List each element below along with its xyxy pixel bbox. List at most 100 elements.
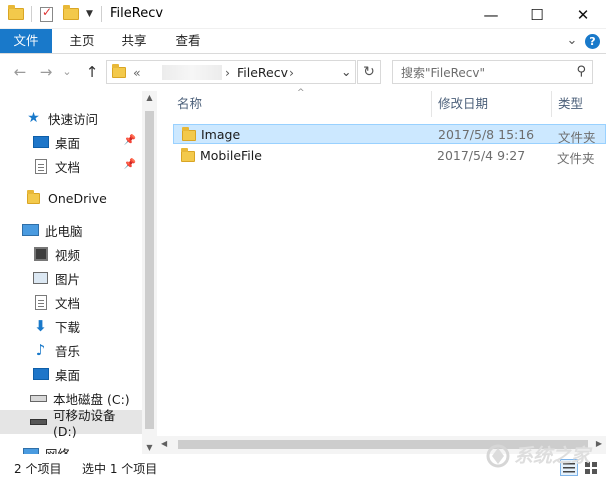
sidebar-item-label: 图片: [55, 271, 81, 287]
sidebar-item-label: 文档: [55, 295, 81, 311]
selection-count: 选中 1 个项目: [82, 462, 158, 476]
desktop-icon: [32, 367, 49, 382]
back-button[interactable]: ←: [10, 62, 30, 82]
maximize-button[interactable]: ☐: [514, 0, 560, 29]
navigation-pane-scrollbar[interactable]: ▲ ▼: [142, 91, 157, 454]
column-header-name[interactable]: 名称: [177, 91, 202, 117]
sidebar-item-pictures[interactable]: 图片: [0, 266, 142, 290]
watermark-logo: 系统之家: [486, 444, 593, 468]
sidebar-item-label: 文档: [55, 159, 81, 175]
sidebar-item-music[interactable]: ♪ 音乐: [0, 338, 142, 362]
expand-ribbon-icon[interactable]: ⌄: [564, 29, 580, 53]
removable-drive-icon: [30, 415, 47, 430]
column-divider[interactable]: [551, 91, 552, 117]
file-modified: 2017/5/4 9:27: [437, 148, 526, 163]
file-name: MobileFile: [200, 148, 262, 163]
sidebar-item-label: 快速访问: [48, 111, 99, 127]
sidebar-item-desktop-pinned[interactable]: 桌面 📌: [0, 130, 142, 154]
sidebar-item-label: 视频: [55, 247, 81, 263]
minimize-button[interactable]: —: [468, 0, 514, 29]
scroll-down-icon[interactable]: ▼: [142, 443, 157, 452]
folder-icon: [112, 64, 126, 78]
svg-text:系统之家: 系统之家: [514, 445, 593, 467]
column-header-modified[interactable]: 修改日期: [438, 91, 488, 117]
tab-view[interactable]: 查看: [168, 29, 208, 53]
tab-share[interactable]: 共享: [114, 29, 154, 53]
search-input[interactable]: [401, 65, 566, 80]
breadcrumb-separator[interactable]: ›: [289, 65, 294, 80]
breadcrumb-separator[interactable]: ›: [225, 65, 230, 80]
column-divider[interactable]: [431, 91, 432, 117]
folder-icon: [181, 148, 195, 162]
scroll-left-icon[interactable]: ◀: [161, 439, 167, 448]
properties-icon[interactable]: [40, 5, 53, 23]
breadcrumb-current[interactable]: FileRecv: [237, 65, 288, 80]
sidebar-item-label: 音乐: [55, 343, 81, 359]
table-row[interactable]: Image 2017/5/8 15:16 文件夹: [173, 124, 606, 145]
sidebar-item-onedrive[interactable]: OneDrive: [0, 186, 142, 210]
breadcrumb-overflow[interactable]: «: [133, 65, 141, 80]
help-icon[interactable]: ?: [585, 34, 600, 49]
tab-home[interactable]: 主页: [62, 29, 102, 53]
file-modified: 2017/5/8 15:16: [438, 127, 535, 142]
pin-icon: 📌: [123, 135, 136, 146]
window-title: FileRecv: [110, 6, 164, 21]
network-icon: [22, 446, 39, 454]
sidebar-item-label: 桌面: [55, 367, 81, 383]
file-type: 文件夹: [557, 151, 595, 166]
music-icon: ♪: [35, 341, 46, 359]
customize-quick-access-icon[interactable]: ▼: [86, 5, 93, 23]
sidebar-item-label: 下载: [55, 319, 81, 335]
scrollbar-thumb[interactable]: [145, 111, 154, 429]
toolbar-separator: [101, 6, 102, 22]
title-bar: ▼ FileRecv — ☐ ✕: [0, 0, 606, 29]
file-list: ^ 名称 修改日期 类型 Image 2017/5/8 15:16 文件夹 Mo…: [157, 88, 606, 436]
sidebar-item-label: 可移动设备 (D:): [53, 408, 116, 439]
sidebar-item-this-pc[interactable]: 此电脑: [0, 218, 142, 242]
address-bar[interactable]: « › FileRecv › ⌄: [106, 60, 356, 84]
navigation-pane: ★ 快速访问 桌面 📌 文档 📌 OneDrive 此电脑 视频 图片 文档 ⬇…: [0, 91, 157, 454]
sidebar-item-videos[interactable]: 视频: [0, 242, 142, 266]
close-button[interactable]: ✕: [560, 0, 606, 29]
sidebar-item-label: OneDrive: [48, 190, 107, 206]
table-row[interactable]: MobileFile 2017/5/4 9:27 文件夹: [173, 146, 606, 166]
breadcrumb-hidden-segment[interactable]: [162, 65, 222, 80]
file-type: 文件夹: [558, 130, 596, 145]
folder-icon: [8, 5, 24, 23]
search-box[interactable]: ⚲: [392, 60, 593, 84]
column-header-type[interactable]: 类型: [558, 91, 583, 117]
documents-icon: [32, 158, 49, 174]
sidebar-item-desktop[interactable]: 桌面: [0, 362, 142, 386]
sidebar-item-downloads[interactable]: ⬇ 下载: [0, 314, 142, 338]
tab-file[interactable]: 文件: [0, 29, 52, 53]
sidebar-item-label: 桌面: [55, 135, 81, 151]
sidebar-item-documents-pinned[interactable]: 文档 📌: [0, 154, 142, 178]
pin-icon: 📌: [123, 159, 136, 170]
this-pc-icon: [22, 223, 39, 238]
ribbon-tabs: 文件 主页 共享 查看 ⌄ ?: [0, 29, 606, 54]
up-button[interactable]: ↑: [82, 62, 102, 82]
sidebar-item-network[interactable]: 网络: [0, 441, 142, 454]
file-name: Image: [201, 127, 241, 142]
recent-locations-button[interactable]: ⌄: [60, 62, 74, 82]
sidebar-item-quick-access[interactable]: ★ 快速访问: [0, 106, 142, 130]
local-disk-icon: [30, 391, 47, 406]
videos-icon: [32, 247, 49, 262]
scroll-up-icon[interactable]: ▲: [142, 93, 157, 102]
address-dropdown-icon[interactable]: ⌄: [341, 64, 351, 79]
toolbar-separator: [31, 6, 32, 22]
search-icon[interactable]: ⚲: [576, 64, 586, 79]
refresh-button[interactable]: ↻: [357, 60, 381, 84]
folder-icon: [182, 127, 196, 141]
onedrive-folder-icon: [25, 189, 42, 206]
pictures-icon: [32, 271, 49, 286]
documents-icon: [32, 294, 49, 310]
new-folder-icon[interactable]: [63, 5, 79, 23]
navigation-bar: ← → ⌄ ↑ « › FileRecv › ⌄ ↻ ⚲: [0, 54, 606, 91]
forward-button[interactable]: →: [36, 62, 56, 82]
sidebar-item-removable-d[interactable]: 可移动设备 (D:): [0, 408, 142, 439]
sidebar-item-documents[interactable]: 文档: [0, 290, 142, 314]
sidebar-item-label: 网络: [45, 446, 71, 455]
quick-access-star-icon: ★: [27, 110, 40, 126]
sidebar-item-label: 此电脑: [45, 223, 83, 239]
